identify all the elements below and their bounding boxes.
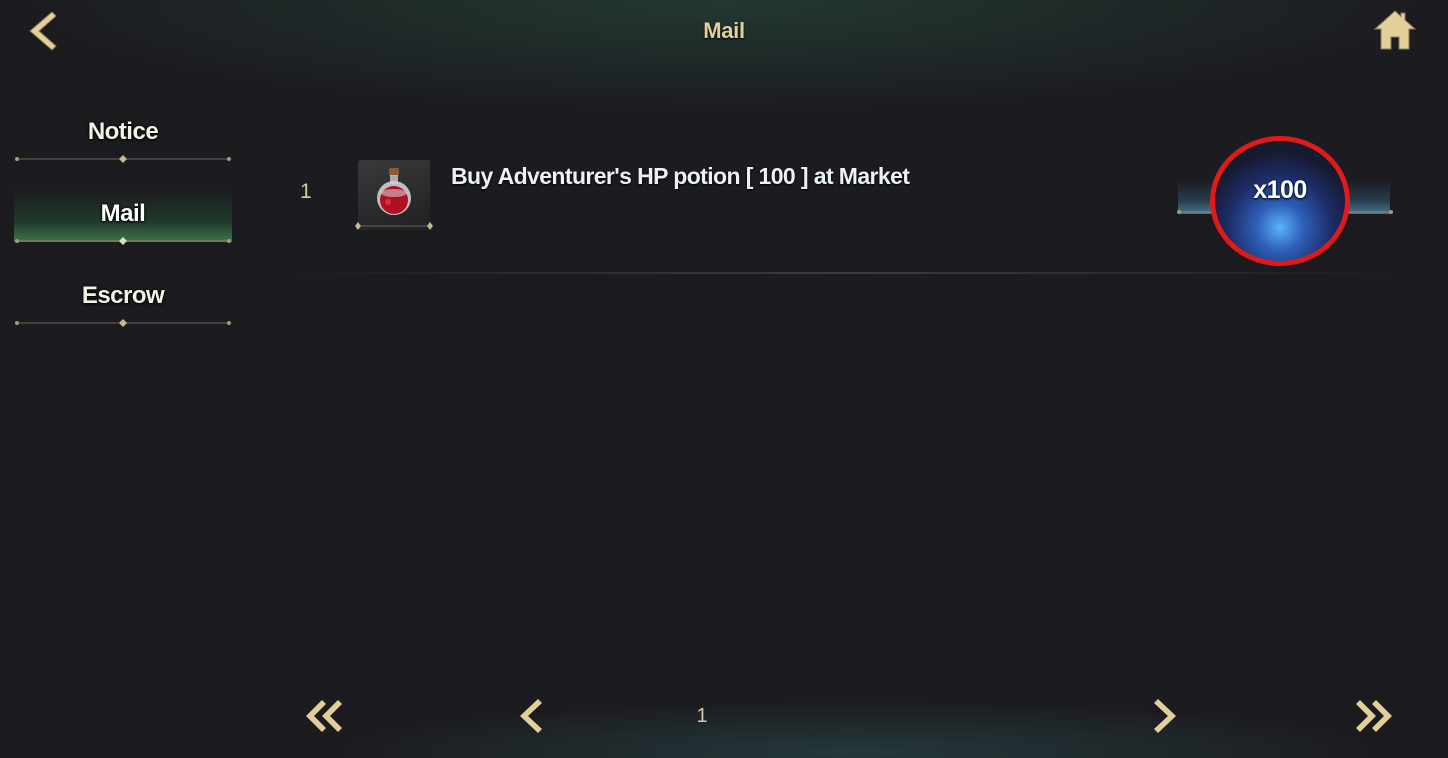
last-page-button[interactable]: [1348, 694, 1398, 738]
home-button[interactable]: [1372, 8, 1418, 52]
sidebar-item-escrow[interactable]: Escrow: [14, 272, 232, 327]
sidebar-item-label: Escrow: [81, 282, 165, 309]
sidebar-item-label: Notice: [87, 118, 159, 145]
page-title: Mail: [703, 18, 745, 43]
divider-ornament: [15, 155, 231, 163]
sidebar-item-mail[interactable]: Mail: [14, 190, 232, 245]
chevron-left-icon: [520, 699, 542, 733]
item-frame-ornament: [355, 222, 433, 230]
page-number: 1: [696, 705, 708, 727]
sidebar-item-label: Mail: [100, 200, 146, 227]
sidebar-item-notice[interactable]: Notice: [14, 108, 232, 163]
footer-glow: [290, 690, 1420, 758]
prev-page-button[interactable]: [506, 694, 556, 738]
double-chevron-left-icon: [306, 700, 342, 732]
double-chevron-right-icon: [1356, 700, 1392, 732]
divider-ornament: [15, 237, 231, 245]
sidebar: Notice Mail Escrow: [14, 108, 232, 354]
divider-ornament: [15, 319, 231, 327]
quantity-label: x100: [1253, 176, 1307, 204]
first-page-button[interactable]: [300, 694, 350, 738]
chevron-right-icon: [1154, 699, 1176, 733]
home-icon: [1373, 10, 1417, 50]
next-page-button[interactable]: [1140, 694, 1190, 738]
row-index: 1: [300, 180, 312, 203]
row-divider: [290, 272, 1400, 274]
mail-subject: Buy Adventurer's HP potion [ 100 ] at Ma…: [451, 163, 910, 189]
claim-button[interactable]: x100: [1210, 136, 1356, 266]
